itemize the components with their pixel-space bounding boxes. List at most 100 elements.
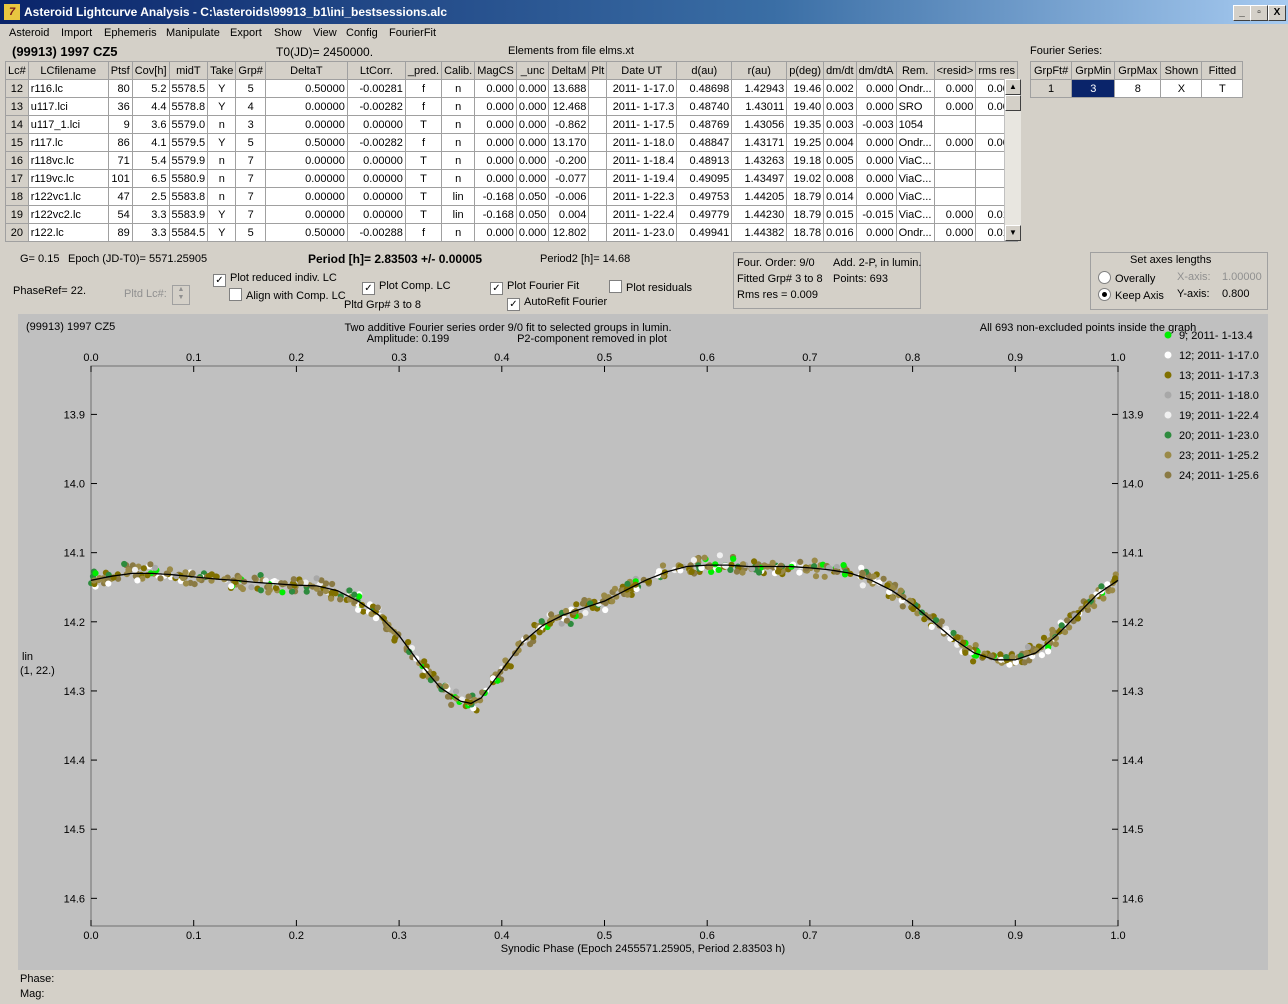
table-cell[interactable]: 3 <box>235 115 266 134</box>
table-cell[interactable]: r119vc.lc <box>27 169 109 188</box>
table-cell[interactable]: 2011- 1-17.0 <box>606 79 678 98</box>
table-cell[interactable]: u117.lci <box>27 97 109 116</box>
table-cell[interactable]: T <box>404 205 443 224</box>
table-cell[interactable]: r122vc1.lc <box>27 187 109 206</box>
table-cell[interactable]: 2.5 <box>131 187 170 206</box>
scroll-thumb[interactable] <box>1005 95 1021 111</box>
table-cell[interactable]: -0.200 <box>548 151 590 170</box>
table-cell[interactable]: 3.3 <box>131 223 170 242</box>
column-header[interactable]: MagCS <box>474 61 517 80</box>
table-cell[interactable]: 0.00000 <box>264 169 348 188</box>
table-cell[interactable]: n <box>207 187 237 206</box>
column-header[interactable]: DeltaM <box>548 61 590 80</box>
table-cell[interactable]: 2011- 1-23.0 <box>606 223 678 242</box>
table-row[interactable]: 13 u117.lci 36 4.4 5578.8 Y 4 0.00000 -0.00282 f n… <box>5 97 1018 116</box>
table-cell[interactable]: 19.18 <box>786 151 825 170</box>
table-cell[interactable]: 1.43056 <box>731 115 788 134</box>
table-scrollbar[interactable]: ▲ ▼ <box>1004 79 1021 241</box>
table-cell[interactable]: n <box>441 115 476 134</box>
table-cell[interactable]: 7 <box>235 169 266 188</box>
table-cell[interactable]: n <box>441 79 476 98</box>
column-header[interactable]: Rem. <box>895 61 935 80</box>
table-cell[interactable]: 3.3 <box>131 205 170 224</box>
table-cell[interactable]: T <box>404 151 443 170</box>
table-cell[interactable]: 5.4 <box>131 151 170 170</box>
table-cell[interactable]: Ondr... <box>895 223 935 242</box>
table-cell[interactable]: u117_1.lci <box>27 115 109 134</box>
table-cell[interactable]: 19.46 <box>786 79 825 98</box>
table-cell[interactable]: ViaC... <box>895 169 935 188</box>
scroll-up-arrow-icon[interactable]: ▲ <box>1005 79 1021 95</box>
table-cell[interactable]: 0.000 <box>515 97 550 116</box>
table-cell[interactable]: 5584.5 <box>168 223 209 242</box>
column-header[interactable]: _pred. <box>404 61 443 80</box>
table-cell[interactable]: T <box>404 187 443 206</box>
table-cell[interactable]: 13.688 <box>548 79 590 98</box>
table-cell[interactable]: -0.168 <box>474 187 517 206</box>
table-cell[interactable]: 0.48698 <box>676 79 733 98</box>
table-row[interactable]: 14 u117_1.lci 9 3.6 5579.0 n 3 0.00000 0.00000 Tn… <box>5 115 1018 134</box>
table-cell[interactable]: 0.00000 <box>264 187 348 206</box>
table-cell[interactable]: f <box>404 97 443 116</box>
table-cell[interactable]: 18.79 <box>786 187 825 206</box>
table-cell[interactable]: 2011- 1-19.4 <box>606 169 678 188</box>
table-cell[interactable]: 0.000 <box>855 151 897 170</box>
plot-comp-checkbox[interactable]: ✓ Plot Comp. LC <box>362 280 451 295</box>
menu-ephemeris[interactable]: Ephemeris <box>104 27 157 39</box>
row-number[interactable]: 13 <box>5 97 29 116</box>
table-row[interactable]: 19 r122vc2.lc 54 3.3 5583.9 Y 7 0.00000 0.00000 T… <box>5 205 1018 224</box>
fourier-grpmin-cell[interactable]: 3 <box>1071 79 1116 98</box>
scroll-down-arrow-icon[interactable]: ▼ <box>1005 225 1021 241</box>
table-cell[interactable]: lin <box>441 187 476 206</box>
table-cell[interactable]: 0.49753 <box>676 187 733 206</box>
table-cell[interactable]: 0.49095 <box>676 169 733 188</box>
table-cell[interactable]: 0.003 <box>823 97 857 116</box>
table-cell[interactable]: 0.000 <box>474 79 517 98</box>
table-cell[interactable]: 1.42943 <box>731 79 788 98</box>
table-cell[interactable]: 0.000 <box>474 115 517 134</box>
menu-show[interactable]: Show <box>274 27 302 39</box>
row-number[interactable]: 14 <box>5 115 29 134</box>
table-cell[interactable]: 0.000 <box>474 151 517 170</box>
table-cell[interactable]: 0.00000 <box>346 169 406 188</box>
table-cell[interactable]: 0.48740 <box>676 97 733 116</box>
table-cell[interactable]: 0.000 <box>855 187 897 206</box>
menu-manipulate[interactable]: Manipulate <box>166 27 220 39</box>
table-cell[interactable]: 0.000 <box>515 115 550 134</box>
table-cell[interactable]: 2011- 1-22.4 <box>606 205 678 224</box>
column-header[interactable]: Cov[h] <box>131 61 170 80</box>
table-cell[interactable] <box>933 115 977 134</box>
table-cell[interactable]: 1.43171 <box>731 133 788 152</box>
table-cell[interactable]: 7 <box>235 151 266 170</box>
table-cell[interactable]: -0.00281 <box>346 79 406 98</box>
table-cell[interactable]: Ondr... <box>895 133 935 152</box>
table-cell[interactable]: 18.79 <box>786 205 825 224</box>
table-cell[interactable]: lin <box>441 205 476 224</box>
table-cell[interactable]: 12.468 <box>548 97 590 116</box>
table-cell[interactable]: 1.44205 <box>731 187 788 206</box>
table-cell[interactable]: 0.050 <box>515 187 550 206</box>
column-header[interactable]: Lc# <box>5 61 29 80</box>
column-header[interactable]: LtCorr. <box>346 61 406 80</box>
table-cell[interactable]: n <box>441 97 476 116</box>
table-cell[interactable]: 5578.5 <box>168 79 209 98</box>
table-cell[interactable]: r122.lc <box>27 223 109 242</box>
table-cell[interactable]: 13.170 <box>548 133 590 152</box>
table-cell[interactable]: 5 <box>235 79 266 98</box>
row-number[interactable]: 16 <box>5 151 29 170</box>
table-cell[interactable]: 0.000 <box>933 133 977 152</box>
table-cell[interactable]: 19.02 <box>786 169 825 188</box>
table-cell[interactable]: 0.000 <box>474 133 517 152</box>
table-cell[interactable]: ViaC... <box>895 187 935 206</box>
table-cell[interactable]: 0.49941 <box>676 223 733 242</box>
column-header[interactable]: midT <box>168 61 209 80</box>
table-row[interactable]: 17 r119vc.lc 101 6.5 5580.9 n 7 0.00000 0.00000 T… <box>5 169 1018 188</box>
table-cell[interactable]: 4.1 <box>131 133 170 152</box>
table-cell[interactable]: Ondr... <box>895 79 935 98</box>
autorefit-checkbox[interactable]: ✓ AutoRefit Fourier <box>507 296 607 311</box>
table-cell[interactable]: 0.00000 <box>346 205 406 224</box>
table-cell[interactable]: 0.000 <box>855 79 897 98</box>
table-cell[interactable] <box>588 115 608 134</box>
table-cell[interactable]: 2011- 1-17.5 <box>606 115 678 134</box>
table-cell[interactable]: -0.00282 <box>346 133 406 152</box>
